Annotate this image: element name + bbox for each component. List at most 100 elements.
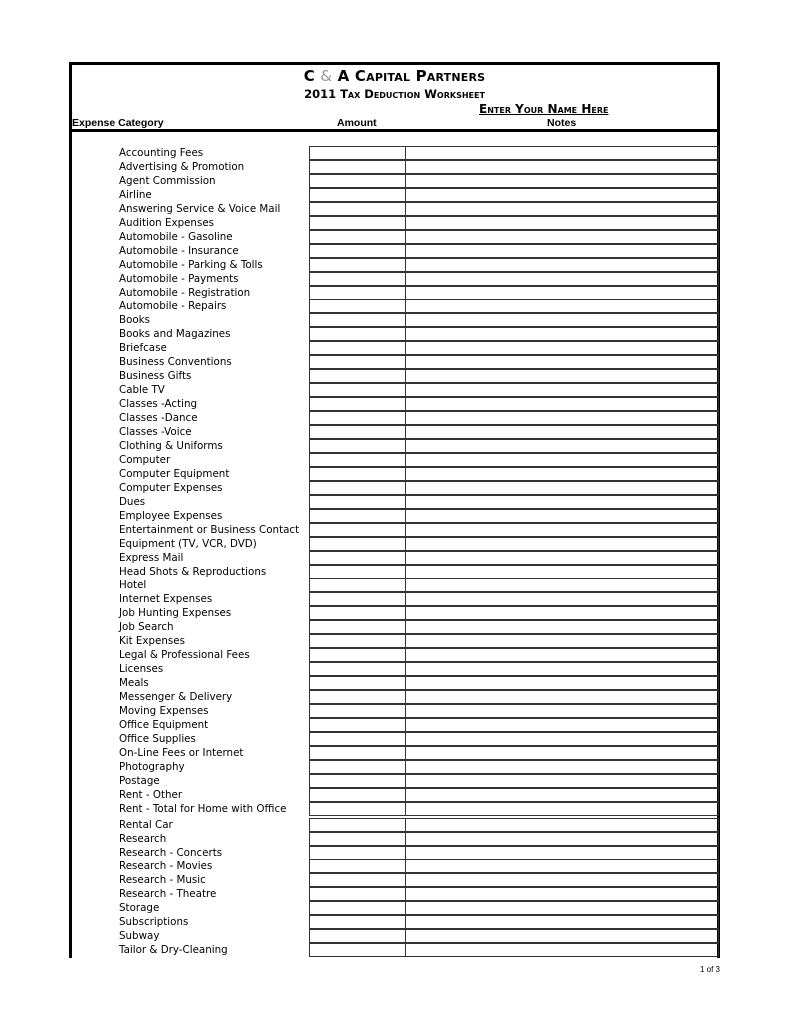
- notes-input[interactable]: [405, 676, 719, 691]
- amount-input[interactable]: [309, 187, 406, 202]
- amount-input[interactable]: [309, 915, 406, 930]
- amount-input[interactable]: [309, 341, 406, 356]
- notes-input[interactable]: [405, 536, 719, 551]
- notes-input[interactable]: [405, 592, 719, 607]
- notes-input[interactable]: [405, 425, 719, 439]
- notes-input[interactable]: [405, 229, 719, 244]
- amount-input[interactable]: [309, 480, 406, 495]
- notes-input[interactable]: [405, 773, 719, 788]
- amount-input[interactable]: [309, 731, 406, 746]
- amount-input[interactable]: [309, 578, 406, 593]
- amount-input[interactable]: [309, 411, 406, 426]
- notes-input[interactable]: [405, 634, 719, 649]
- amount-input[interactable]: [309, 759, 406, 774]
- notes-input[interactable]: [405, 369, 719, 384]
- amount-input[interactable]: [309, 466, 406, 481]
- notes-input[interactable]: [405, 438, 719, 453]
- amount-input[interactable]: [309, 494, 406, 509]
- notes-input[interactable]: [405, 831, 719, 846]
- amount-input[interactable]: [309, 704, 406, 718]
- amount-input[interactable]: [309, 285, 406, 300]
- amount-input[interactable]: [309, 536, 406, 551]
- notes-input[interactable]: [405, 578, 719, 593]
- amount-input[interactable]: [309, 229, 406, 244]
- notes-input[interactable]: [405, 299, 719, 314]
- notes-input[interactable]: [405, 355, 719, 370]
- notes-input[interactable]: [405, 901, 719, 916]
- amount-input[interactable]: [309, 929, 406, 944]
- notes-input[interactable]: [405, 285, 719, 300]
- notes-input[interactable]: [405, 915, 719, 930]
- notes-input[interactable]: [405, 452, 719, 467]
- amount-input[interactable]: [309, 831, 406, 846]
- notes-input[interactable]: [405, 550, 719, 565]
- notes-input[interactable]: [405, 606, 719, 621]
- amount-input[interactable]: [309, 773, 406, 788]
- notes-input[interactable]: [405, 759, 719, 774]
- notes-input[interactable]: [405, 466, 719, 481]
- notes-input[interactable]: [405, 494, 719, 509]
- notes-input[interactable]: [405, 929, 719, 944]
- amount-input[interactable]: [309, 901, 406, 916]
- notes-input[interactable]: [405, 215, 719, 230]
- amount-input[interactable]: [309, 634, 406, 649]
- notes-input[interactable]: [405, 817, 719, 832]
- notes-input[interactable]: [405, 159, 719, 174]
- notes-input[interactable]: [405, 859, 719, 874]
- notes-input[interactable]: [405, 648, 719, 663]
- notes-input[interactable]: [405, 873, 719, 888]
- amount-input[interactable]: [309, 606, 406, 621]
- amount-input[interactable]: [309, 564, 406, 579]
- notes-input[interactable]: [405, 745, 719, 760]
- notes-input[interactable]: [405, 383, 719, 398]
- notes-input[interactable]: [405, 787, 719, 802]
- amount-input[interactable]: [309, 550, 406, 565]
- amount-input[interactable]: [309, 369, 406, 384]
- notes-input[interactable]: [405, 187, 719, 202]
- amount-input[interactable]: [309, 648, 406, 663]
- notes-input[interactable]: [405, 690, 719, 705]
- amount-input[interactable]: [309, 787, 406, 802]
- amount-input[interactable]: [309, 943, 406, 958]
- amount-input[interactable]: [309, 887, 406, 902]
- amount-input[interactable]: [309, 243, 406, 258]
- amount-input[interactable]: [309, 676, 406, 691]
- amount-input[interactable]: [309, 201, 406, 216]
- notes-input[interactable]: [405, 845, 719, 860]
- amount-input[interactable]: [309, 801, 406, 816]
- amount-input[interactable]: [309, 425, 406, 439]
- notes-input[interactable]: [405, 271, 719, 286]
- amount-input[interactable]: [309, 438, 406, 453]
- amount-input[interactable]: [309, 355, 406, 370]
- amount-input[interactable]: [309, 522, 406, 537]
- notes-input[interactable]: [405, 257, 719, 272]
- amount-input[interactable]: [309, 173, 406, 188]
- amount-input[interactable]: [309, 717, 406, 732]
- notes-input[interactable]: [405, 522, 719, 537]
- amount-input[interactable]: [309, 845, 406, 860]
- notes-input[interactable]: [405, 313, 719, 328]
- amount-input[interactable]: [309, 383, 406, 398]
- notes-input[interactable]: [405, 201, 719, 216]
- notes-input[interactable]: [405, 704, 719, 718]
- amount-input[interactable]: [309, 690, 406, 705]
- notes-input[interactable]: [405, 564, 719, 579]
- amount-input[interactable]: [309, 215, 406, 230]
- amount-input[interactable]: [309, 873, 406, 888]
- amount-input[interactable]: [309, 452, 406, 467]
- amount-input[interactable]: [309, 508, 406, 523]
- notes-input[interactable]: [405, 620, 719, 635]
- notes-input[interactable]: [405, 327, 719, 342]
- notes-input[interactable]: [405, 480, 719, 495]
- notes-input[interactable]: [405, 397, 719, 412]
- notes-input[interactable]: [405, 508, 719, 523]
- amount-input[interactable]: [309, 327, 406, 342]
- amount-input[interactable]: [309, 257, 406, 272]
- notes-input[interactable]: [405, 801, 719, 816]
- notes-input[interactable]: [405, 146, 719, 160]
- notes-input[interactable]: [405, 887, 719, 902]
- notes-input[interactable]: [405, 943, 719, 958]
- amount-input[interactable]: [309, 859, 406, 874]
- amount-input[interactable]: [309, 662, 406, 677]
- name-field[interactable]: Enter Your Name Here: [479, 102, 608, 116]
